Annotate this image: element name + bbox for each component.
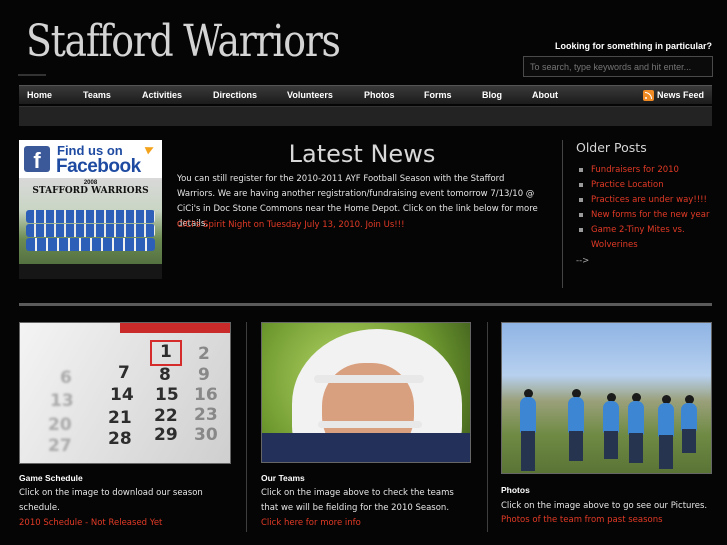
nav-item-teams[interactable]: Teams xyxy=(83,90,111,100)
calendar-number: 23 xyxy=(194,405,218,425)
facebook-brand-text: Facebook xyxy=(56,156,141,177)
calendar-number: 30 xyxy=(194,425,218,445)
coach-figure xyxy=(520,397,536,433)
older-post-link[interactable]: Game 2-Tiny Mites vs. Wolverines xyxy=(578,223,718,253)
facebook-icon: f xyxy=(24,146,50,173)
sidebar-divider xyxy=(562,140,563,288)
calendar-number: 13 xyxy=(50,391,74,411)
calendar-number: 1 xyxy=(160,342,172,362)
helmet-facemask xyxy=(314,375,424,383)
nav-item-photos[interactable]: Photos xyxy=(364,90,395,100)
nav-item-home[interactable]: Home xyxy=(27,90,52,100)
our-teams-desc: Click on the image above to check the te… xyxy=(261,488,454,513)
photos-title: Photos xyxy=(501,485,530,495)
game-schedule-desc: Click on the image to download our seaso… xyxy=(19,488,203,513)
player-row xyxy=(26,238,155,251)
photos-team-image[interactable] xyxy=(501,322,712,474)
older-post-link[interactable]: Fundraisers for 2010 xyxy=(578,163,718,178)
coach-figure xyxy=(603,401,619,433)
site-title[interactable]: Stafford Warriors xyxy=(26,16,341,67)
rss-feed-icon[interactable] xyxy=(643,90,654,101)
coach-figure xyxy=(604,431,618,459)
title-underline xyxy=(18,74,46,76)
coach-figure xyxy=(628,401,644,435)
player-row xyxy=(26,210,155,223)
calendar-number: 7 xyxy=(118,363,130,383)
calendar-number: 27 xyxy=(48,436,72,456)
nav-item-about[interactable]: About xyxy=(532,90,558,100)
coach-figure xyxy=(658,403,674,437)
game-schedule-link[interactable]: 2010 Schedule - Not Released Yet xyxy=(19,518,162,528)
column-divider xyxy=(246,322,247,532)
calendar-number: 28 xyxy=(108,429,132,449)
nav-item-activities[interactable]: Activities xyxy=(142,90,182,100)
our-teams-link[interactable]: Click here for more info xyxy=(261,518,361,528)
calendar-number: 21 xyxy=(108,408,132,428)
team-photo-caption: STAFFORD WARRIORS xyxy=(32,186,149,196)
coach-figure xyxy=(659,435,673,469)
calendar-number: 6 xyxy=(60,368,72,388)
helmet-facemask xyxy=(318,421,422,428)
older-post-link[interactable]: Practice Location xyxy=(578,178,718,193)
coach-figure xyxy=(569,431,583,461)
game-schedule-title: Game Schedule xyxy=(19,473,83,483)
schedule-calendar-image[interactable]: 1 2 7 8 9 14 15 16 21 22 23 28 29 30 6 1… xyxy=(19,322,231,464)
older-post-link[interactable]: Practices are under way!!!! xyxy=(578,193,718,208)
calendar-number: 22 xyxy=(154,406,178,426)
calendar-number: 29 xyxy=(154,425,178,445)
coach-figure xyxy=(568,397,584,433)
our-teams-title: Our Teams xyxy=(261,473,305,483)
older-posts-more[interactable]: --> xyxy=(576,256,589,266)
photos-link[interactable]: Photos of the team from past seasons xyxy=(501,515,663,525)
nav-item-directions[interactable]: Directions xyxy=(213,90,257,100)
older-posts-list: Fundraisers for 2010 Practice Location P… xyxy=(578,163,718,253)
nav-item-forms[interactable]: Forms xyxy=(424,90,452,100)
player-row xyxy=(26,224,155,237)
section-divider xyxy=(19,303,712,306)
sponsor-strip xyxy=(19,264,162,279)
team-photo: 2008 STAFFORD WARRIORS xyxy=(19,178,162,279)
photos-desc: Click on the image above to go see our P… xyxy=(501,501,708,511)
older-posts-title: Older Posts xyxy=(576,140,647,155)
calendar-number: 15 xyxy=(155,385,179,405)
nav-item-volunteers[interactable]: Volunteers xyxy=(287,90,333,100)
latest-news-link[interactable]: CiCi's Spirit Night on Tuesday July 13, … xyxy=(177,220,405,230)
column-divider xyxy=(487,322,488,532)
coach-figure xyxy=(521,431,535,471)
calendar-number: 2 xyxy=(198,344,210,364)
teams-helmet-image[interactable] xyxy=(261,322,471,463)
search-input[interactable] xyxy=(523,56,713,77)
latest-news-title: Latest News xyxy=(288,140,436,168)
calendar-ribbon xyxy=(120,323,230,333)
calendar-number: 9 xyxy=(198,365,210,385)
player-jersey xyxy=(262,433,470,462)
older-post-link[interactable]: New forms for the new year xyxy=(578,208,718,223)
main-nav: Home Teams Activities Directions Volunte… xyxy=(19,85,712,104)
calendar-number: 8 xyxy=(159,365,171,385)
search-label: Looking for something in particular? xyxy=(554,41,712,51)
calendar-number: 16 xyxy=(194,385,218,405)
calendar-number: 20 xyxy=(48,415,72,435)
news-feed-link[interactable]: News Feed xyxy=(657,90,704,100)
nav-item-blog[interactable]: Blog xyxy=(482,90,502,100)
coach-figure xyxy=(629,433,643,463)
arrow-icon xyxy=(144,143,156,155)
subnav-bar xyxy=(19,106,712,126)
calendar-number: 14 xyxy=(110,385,134,405)
coach-figure xyxy=(682,429,696,453)
coach-figure xyxy=(681,403,697,431)
facebook-promo[interactable]: f Find us on Facebook 2008 STAFFORD WARR… xyxy=(19,140,162,279)
